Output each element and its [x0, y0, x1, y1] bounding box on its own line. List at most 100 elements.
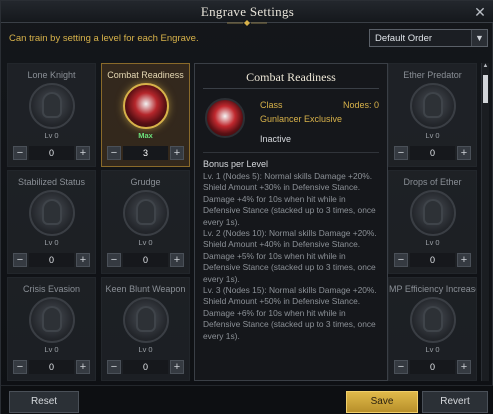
engrave-emblem-icon — [123, 297, 169, 343]
engrave-card[interactable]: MP Efficiency Increase Lv 0 − 0 + — [388, 277, 477, 381]
engrave-emblem-icon — [123, 190, 169, 236]
plus-icon[interactable]: + — [170, 360, 184, 374]
engrave-card[interactable]: Stabilized Status Lv 0 − 0 + — [7, 170, 96, 274]
engrave-name: Keen Blunt Weapon — [105, 284, 186, 294]
level-stepper: − 0 + — [394, 146, 471, 160]
level-stepper: − 0 + — [13, 360, 90, 374]
close-icon[interactable]: ✕ — [472, 4, 488, 20]
engrave-card[interactable]: Crisis Evasion Lv 0 − 0 + — [7, 277, 96, 381]
minus-icon[interactable]: − — [394, 146, 408, 160]
engrave-level: Max — [138, 131, 153, 140]
plus-icon[interactable]: + — [170, 146, 184, 160]
engrave-name: MP Efficiency Increase — [389, 284, 476, 294]
engrave-level: Lv 0 — [138, 238, 153, 247]
engrave-emblem-icon — [29, 83, 75, 129]
engrave-card[interactable]: Lone Knight Lv 0 − 0 + — [7, 63, 96, 167]
title-ornament-icon — [227, 20, 267, 26]
scrollbar-thumb[interactable] — [483, 75, 488, 103]
instruction-text: Can train by setting a level for each En… — [9, 33, 199, 44]
engrave-emblem-icon — [410, 190, 456, 236]
engrave-level: Lv 0 — [44, 238, 59, 247]
level-value: 0 — [123, 253, 168, 267]
plus-icon[interactable]: + — [457, 146, 471, 160]
minus-icon[interactable]: − — [13, 146, 27, 160]
level-stepper: − 0 + — [13, 146, 90, 160]
engrave-card[interactable]: Grudge Lv 0 − 0 + — [101, 170, 190, 274]
engrave-name: Ether Predator — [403, 70, 462, 80]
engrave-settings-window: Engrave Settings ✕ Can train by setting … — [0, 0, 493, 414]
plus-icon[interactable]: + — [457, 253, 471, 267]
title-bar: Engrave Settings ✕ — [1, 1, 493, 26]
window-title: Engrave Settings — [200, 4, 295, 19]
plus-icon[interactable]: + — [76, 360, 90, 374]
sort-order-value: Default Order — [375, 33, 433, 44]
tooltip-status: Inactive — [260, 134, 292, 144]
bonus-level-1: Lv. 1 (Nodes 5): Normal skills Damage +2… — [203, 171, 376, 227]
engrave-level: Lv 0 — [44, 131, 59, 140]
minus-icon[interactable]: − — [394, 253, 408, 267]
engrave-card[interactable]: Keen Blunt Weapon Lv 0 − 0 + — [101, 277, 190, 381]
engrave-card-selected[interactable]: Combat Readiness Max − 3 + — [101, 63, 190, 167]
revert-button[interactable]: Revert — [422, 391, 488, 413]
plus-icon[interactable]: + — [457, 360, 471, 374]
engrave-card[interactable]: Ether Predator Lv 0 − 0 + — [388, 63, 477, 167]
engrave-level: Lv 0 — [425, 238, 440, 247]
tooltip-class-exclusive: Gunlancer Exclusive — [260, 114, 343, 124]
divider — [203, 88, 379, 89]
engrave-level: Lv 0 — [425, 131, 440, 140]
engrave-level: Lv 0 — [44, 345, 59, 354]
engrave-card[interactable]: Drops of Ether Lv 0 − 0 + — [388, 170, 477, 274]
minus-icon[interactable]: − — [13, 360, 27, 374]
engrave-name: Crisis Evasion — [22, 284, 80, 294]
engrave-emblem-icon — [29, 297, 75, 343]
plus-icon[interactable]: + — [170, 253, 184, 267]
level-value: 0 — [29, 146, 74, 160]
level-stepper: − 0 + — [107, 253, 184, 267]
engrave-emblem-icon — [410, 83, 456, 129]
minus-icon[interactable]: − — [13, 253, 27, 267]
level-value: 0 — [410, 146, 455, 160]
minus-icon[interactable]: − — [107, 360, 121, 374]
engrave-name: Stabilized Status — [17, 177, 86, 187]
level-stepper: − 0 + — [394, 253, 471, 267]
bonus-heading: Bonus per Level — [203, 159, 269, 169]
divider — [203, 152, 379, 153]
level-value: 3 — [123, 146, 168, 160]
level-stepper: − 0 + — [107, 360, 184, 374]
tooltip-title: Combat Readiness — [246, 70, 336, 84]
engrave-emblem-icon — [29, 190, 75, 236]
sort-order-dropdown[interactable]: Default Order ▼ — [369, 29, 488, 47]
level-value: 0 — [410, 253, 455, 267]
reset-button[interactable]: Reset — [9, 391, 79, 413]
scrollbar[interactable]: ▲ — [481, 63, 489, 381]
engrave-name: Grudge — [130, 177, 161, 187]
level-stepper: − 0 + — [394, 360, 471, 374]
minus-icon[interactable]: − — [394, 360, 408, 374]
chevron-down-icon[interactable]: ▼ — [471, 30, 487, 46]
bonus-level-3: Lv. 3 (Nodes 15): Normal skills Damage +… — [203, 285, 377, 341]
engrave-name: Combat Readiness — [107, 70, 184, 80]
plus-icon[interactable]: + — [76, 253, 90, 267]
engrave-name: Drops of Ether — [403, 177, 462, 187]
engrave-emblem-icon — [410, 297, 456, 343]
level-value: 0 — [29, 253, 74, 267]
bonus-level-2: Lv. 2 (Nodes 10): Normal skills Damage +… — [203, 228, 377, 284]
bonus-level-list: Lv. 1 (Nodes 5): Normal skills Damage +2… — [203, 171, 379, 342]
engrave-level: Lv 0 — [425, 345, 440, 354]
engrave-level: Lv 0 — [138, 345, 153, 354]
tooltip-class-label: Class — [260, 100, 283, 110]
level-value: 0 — [410, 360, 455, 374]
plus-icon[interactable]: + — [76, 146, 90, 160]
engrave-tooltip: Combat Readiness Class Nodes: 0 Gunlance… — [194, 63, 388, 381]
scroll-up-icon[interactable]: ▲ — [482, 63, 489, 71]
level-value: 0 — [123, 360, 168, 374]
combat-readiness-icon — [205, 98, 245, 138]
level-stepper: − 0 + — [13, 253, 90, 267]
tooltip-nodes: Nodes: 0 — [342, 100, 379, 110]
save-button[interactable]: Save — [346, 391, 418, 413]
level-value: 0 — [29, 360, 74, 374]
minus-icon[interactable]: − — [107, 146, 121, 160]
engrave-name: Lone Knight — [27, 70, 76, 80]
minus-icon[interactable]: − — [107, 253, 121, 267]
level-stepper: − 3 + — [107, 146, 184, 160]
